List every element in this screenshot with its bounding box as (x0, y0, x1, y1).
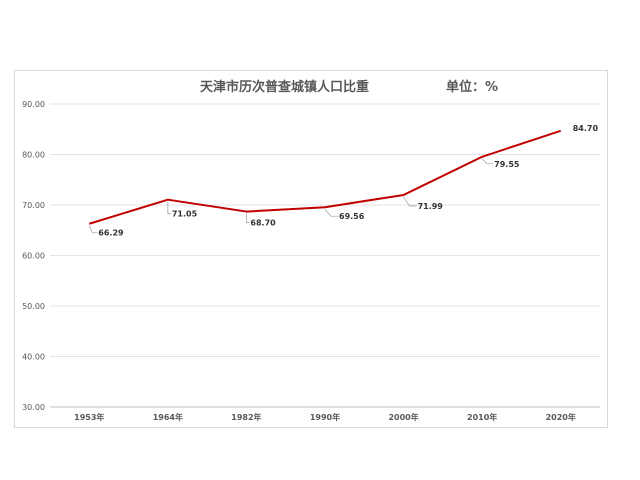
y-tick-label: 80.00 (22, 151, 45, 160)
line-chart: 30.00 40.00 50.00 60.00 70.00 80.00 90.00 1953年… (22, 100, 600, 422)
data-label: 69.56 (339, 212, 365, 221)
x-tick-label: 2000年 (388, 412, 418, 422)
y-tick-label: 60.00 (22, 252, 45, 261)
y-tick-label: 70.00 (22, 201, 45, 210)
data-label: 66.29 (98, 229, 124, 238)
data-label: 84.70 (573, 124, 599, 133)
data-label: 71.05 (172, 210, 198, 219)
x-tick-label: 1990年 (310, 412, 340, 422)
data-label-leader (481, 158, 494, 165)
x-tick-label: 2020年 (546, 412, 576, 422)
data-label: 68.70 (250, 219, 276, 228)
data-label: 71.99 (418, 202, 444, 211)
x-tick-label: 1982年 (231, 412, 261, 422)
data-label-leader (167, 201, 171, 215)
data-label: 79.55 (494, 160, 520, 169)
data-label-leader (88, 225, 98, 234)
y-tick-label: 90.00 (22, 100, 45, 109)
x-tick-label: 2010年 (467, 412, 497, 422)
data-label-leader (324, 208, 338, 217)
y-tick-label: 30.00 (22, 403, 45, 412)
y-tick-label: 50.00 (22, 302, 45, 311)
y-tick-label: 40.00 (22, 353, 45, 362)
x-tick-label: 1964年 (153, 412, 183, 422)
x-tick-label: 1953年 (74, 412, 104, 422)
data-label-leader (246, 213, 250, 223)
